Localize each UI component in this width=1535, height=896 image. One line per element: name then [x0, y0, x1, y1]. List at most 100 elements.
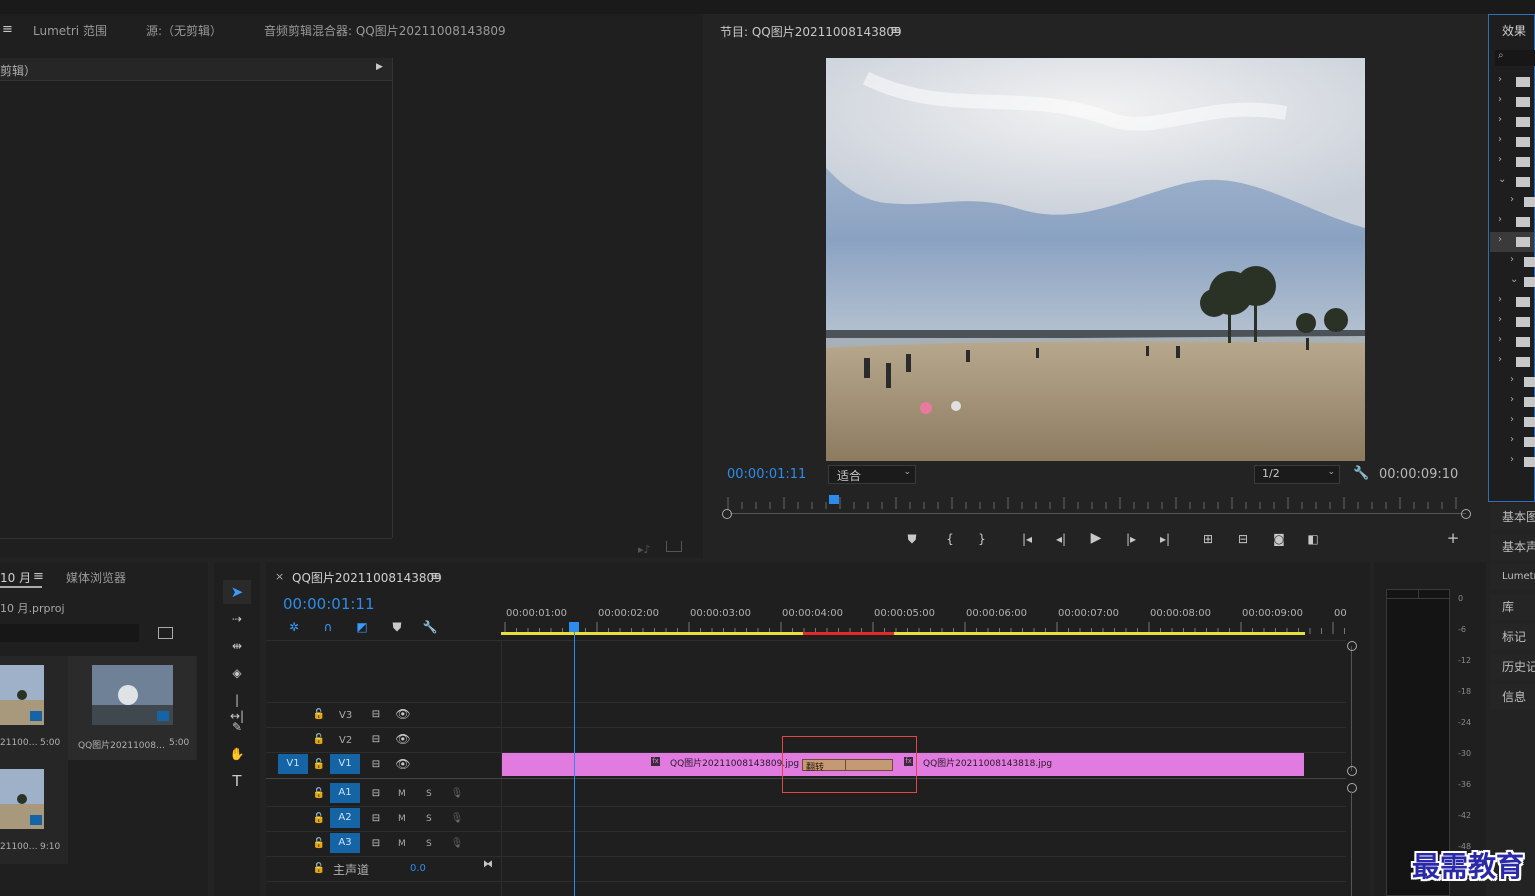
pen-tool-icon[interactable]: ✎	[228, 719, 246, 735]
close-icon[interactable]: ×	[275, 570, 284, 583]
thumb-3[interactable]	[0, 769, 44, 829]
source-patch-v1[interactable]: V1	[278, 754, 308, 774]
sidebar-panel-tab[interactable]: 库	[1490, 594, 1535, 620]
effects-folder-row[interactable]: ›	[1490, 312, 1534, 332]
lock-icon[interactable]: 🔓	[312, 836, 326, 852]
solo-button[interactable]: S	[426, 789, 432, 799]
tab-source[interactable]: 源:（无剪辑）	[146, 22, 222, 39]
program-playhead[interactable]	[829, 495, 839, 504]
microphone-icon[interactable]: 🎙	[450, 836, 464, 852]
eye-icon[interactable]: 👁	[395, 756, 411, 772]
sync-lock-icon[interactable]: ⊟	[368, 757, 384, 773]
add-button-icon[interactable]: +	[1445, 530, 1461, 546]
microphone-icon[interactable]: 🎙	[450, 786, 464, 802]
eye-icon[interactable]: 👁	[395, 731, 411, 747]
lift-icon[interactable]: ⊞	[1199, 531, 1217, 547]
thumb-1[interactable]	[0, 665, 44, 725]
effects-folder-row[interactable]: ⌄	[1490, 172, 1534, 192]
zoom-select[interactable]: 适合 ⌄	[828, 465, 916, 484]
lock-icon[interactable]: 🔓	[312, 732, 326, 748]
mark-out-icon[interactable]: }	[974, 531, 990, 547]
sidebar-panel-tab[interactable]: 历史记	[1490, 654, 1535, 680]
mark-in-icon[interactable]: {	[942, 531, 958, 547]
effects-folder-row[interactable]: ›	[1490, 452, 1535, 472]
razor-tool-icon[interactable]: ◈	[228, 665, 246, 681]
bin-search-icon[interactable]	[158, 627, 173, 639]
linked-selection-icon[interactable]: ◩	[354, 619, 370, 635]
track-target-a2[interactable]: A2	[330, 808, 360, 828]
wrench-icon[interactable]: 🔧	[1353, 466, 1369, 481]
timeline-settings-wrench-icon[interactable]: 🔧	[422, 619, 438, 635]
effects-folder-row[interactable]: ›	[1490, 92, 1534, 112]
step-forward-icon[interactable]: |▸	[1122, 531, 1140, 547]
go-to-end-icon[interactable]: ⧓	[480, 857, 496, 873]
effects-search-input[interactable]: ⌕	[1495, 50, 1535, 66]
effects-folder-row[interactable]: ›	[1490, 112, 1534, 132]
lock-icon[interactable]: 🔓	[312, 861, 326, 877]
effects-folder-row[interactable]: ⌄	[1490, 272, 1535, 292]
timeline-playhead-line[interactable]	[574, 632, 575, 896]
program-scrubber-track[interactable]	[730, 513, 1466, 514]
source-row[interactable]: 剪辑） ▶	[0, 58, 392, 81]
program-video-frame[interactable]	[826, 58, 1365, 461]
ripple-edit-tool-icon[interactable]: ⇹	[228, 638, 246, 654]
zoom-handle-bottom[interactable]	[1347, 766, 1357, 776]
sidebar-panel-tab[interactable]: 信息	[1490, 684, 1535, 710]
sync-lock-icon[interactable]: ⊟	[368, 786, 384, 802]
sidebar-panel-tab[interactable]: 基本图	[1490, 504, 1535, 530]
effects-folder-row[interactable]: ›	[1490, 72, 1534, 92]
lock-icon[interactable]: 🔓	[312, 707, 326, 723]
timeline-playhead-handle[interactable]	[569, 622, 579, 632]
effects-title[interactable]: 效果	[1502, 22, 1526, 39]
step-back-icon[interactable]: ◂|	[1052, 531, 1070, 547]
effects-folder-row[interactable]: ›	[1490, 132, 1534, 152]
add-marker-icon[interactable]: ⛊	[904, 531, 920, 547]
snap-magnet-icon[interactable]: ∩	[320, 619, 336, 635]
project-menu-icon[interactable]: ≡	[33, 569, 44, 584]
panel-menu-icon[interactable]: ≡	[2, 22, 13, 37]
comparison-view-icon[interactable]: ◧	[1304, 531, 1322, 547]
extract-icon[interactable]: ⊟	[1234, 531, 1252, 547]
hand-tool-icon[interactable]: ✋	[228, 746, 246, 762]
effects-folder-row[interactable]: ›	[1490, 392, 1535, 412]
mute-button[interactable]: M	[398, 814, 406, 824]
track-target-v1[interactable]: V1	[330, 754, 360, 774]
timeline-timecode[interactable]: 00:00:01:11	[283, 595, 375, 613]
expand-arrow-icon[interactable]: ▶	[376, 62, 383, 72]
lock-icon[interactable]: 🔓	[312, 811, 326, 827]
thumb-2[interactable]	[92, 665, 173, 725]
track-target-a1[interactable]: A1	[330, 783, 360, 803]
camera-icon[interactable]: ◙	[1270, 531, 1288, 547]
project-tab[interactable]: 10 月	[0, 569, 31, 586]
tab-audio-clip-mixer[interactable]: 音频剪辑混合器: QQ图片20211008143809	[264, 22, 506, 39]
effects-folder-row[interactable]: ›	[1490, 412, 1535, 432]
track-select-tool-icon[interactable]: ⇢	[228, 611, 246, 627]
vertical-zoom-track[interactable]	[1351, 646, 1352, 771]
sidebar-panel-tab[interactable]: 基本声	[1490, 534, 1535, 560]
sidebar-panel-tab[interactable]: Lumetri	[1490, 564, 1535, 590]
zoom-handle-top[interactable]	[1347, 641, 1357, 651]
sync-lock-icon[interactable]: ⊟	[368, 811, 384, 827]
play-icon[interactable]: ▶	[1087, 530, 1105, 546]
add-marker-icon[interactable]: ⛊	[389, 619, 405, 635]
program-menu-icon[interactable]: ≡	[890, 23, 901, 38]
sync-lock-icon[interactable]: ⊟	[368, 732, 384, 748]
work-area-bar[interactable]	[501, 632, 1305, 635]
effects-folder-row[interactable]: ›	[1490, 372, 1535, 392]
effects-folder-row[interactable]: ›	[1490, 292, 1534, 312]
program-current-timecode[interactable]: 00:00:01:11	[727, 467, 806, 482]
nest-icon[interactable]: ✲	[286, 619, 302, 635]
microphone-icon[interactable]: 🎙	[450, 811, 464, 827]
effects-folder-row[interactable]: ›	[1490, 252, 1535, 272]
master-volume-value[interactable]: 0.0	[410, 863, 426, 874]
mute-button[interactable]: M	[398, 839, 406, 849]
selection-tool-icon[interactable]: ➤	[228, 584, 246, 600]
clip-2[interactable]: fx QQ图片20211008143818.jpg	[894, 753, 1304, 776]
tab-lumetri-scopes[interactable]: Lumetri 范围	[33, 22, 107, 39]
zoom-handle-right[interactable]	[1461, 509, 1471, 519]
track-target-a3[interactable]: A3	[330, 833, 360, 853]
mute-button[interactable]: M	[398, 789, 406, 799]
sync-lock-icon[interactable]: ⊟	[368, 836, 384, 852]
export-icon[interactable]	[666, 541, 682, 552]
type-tool-icon[interactable]: T	[228, 773, 246, 789]
